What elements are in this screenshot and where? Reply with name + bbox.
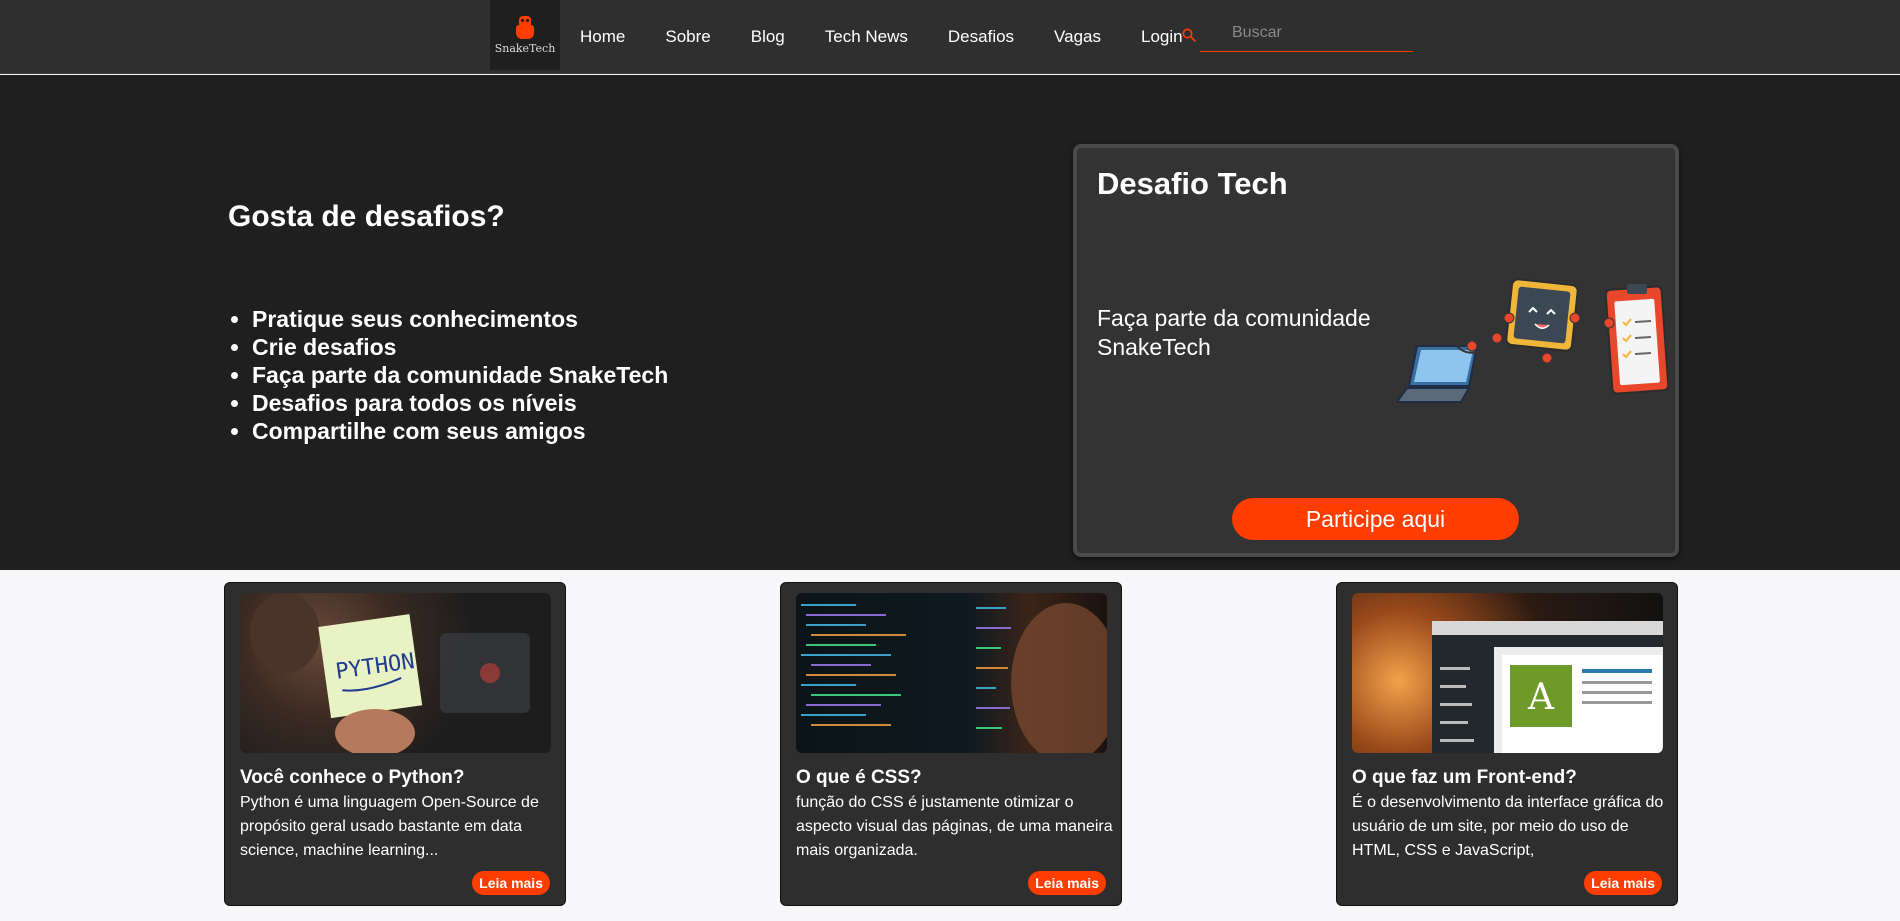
card-title: O que faz um Front-end? [1352, 767, 1577, 788]
challenge-text: Faça parte da comunidade SnakeTech [1097, 305, 1371, 360]
read-more-button[interactable]: Leia mais [1028, 871, 1106, 895]
hero-title: Gosta de desafios? [228, 200, 505, 233]
nav-link-home[interactable]: Home [580, 27, 625, 47]
hero-section: Gosta de desafios? Pratique seus conheci… [0, 75, 1900, 570]
card-text: função do CSS é justamente otimizar o as… [796, 794, 1113, 859]
logo[interactable]: SnakeTech [490, 0, 560, 70]
code-screen-card-image [796, 593, 1107, 753]
card-text: Python é uma linguagem Open-Source de pr… [240, 794, 539, 859]
nav-link-vagas[interactable]: Vagas [1054, 27, 1101, 47]
nav-link-login[interactable]: Login [1141, 27, 1183, 47]
nav-link-desafios[interactable]: Desafios [948, 27, 1014, 47]
logo-text: SnakeTech [494, 41, 556, 55]
challenge-card: Desafio Tech Faça parte da comunidade Sn… [1073, 144, 1679, 557]
article-card-frontend: A O que faz um Front-end? É o desenvolvi… [1336, 582, 1678, 906]
hero-bullet-list: Pratique seus conhecimentos Crie desafio… [252, 305, 668, 445]
hero-bullet: Pratique seus conhecimentos [252, 305, 668, 333]
card-title: O que é CSS? [796, 767, 922, 788]
participate-button[interactable]: Participe aqui [1232, 498, 1519, 540]
hero-bullet: Desafios para todos os níveis [252, 389, 668, 417]
devices-illustration [1397, 278, 1669, 403]
snake-logo-icon [514, 15, 536, 40]
search-field [1200, 14, 1413, 52]
python-card-image: PYTHON [240, 593, 551, 753]
card-text: É o desenvolvimento da interface gráfica… [1352, 794, 1664, 859]
hero-bullet: Faça parte da comunidade SnakeTech [252, 361, 668, 389]
nav-link-tech-news[interactable]: Tech News [825, 27, 908, 47]
article-card-css: O que é CSS? função do CSS é justamente … [780, 582, 1122, 906]
read-more-button[interactable]: Leia mais [1584, 871, 1662, 895]
nav-link-sobre[interactable]: Sobre [665, 27, 710, 47]
nav-links: Home Sobre Blog Tech News Desafios Vagas… [560, 0, 1183, 74]
search-input[interactable] [1200, 14, 1413, 51]
hero-bullet: Crie desafios [252, 333, 668, 361]
read-more-button[interactable]: Leia mais [472, 871, 550, 895]
hero-bullet: Compartilhe com seus amigos [252, 417, 668, 445]
svg-text:A: A [1527, 677, 1555, 718]
nav-link-blog[interactable]: Blog [751, 27, 785, 47]
challenge-title: Desafio Tech [1097, 166, 1288, 201]
search-icon[interactable] [1182, 28, 1196, 42]
article-card-python: PYTHON Você conhece o Python? Python é u… [224, 582, 566, 906]
wordpress-screen-card-image: A [1352, 593, 1663, 753]
navbar: SnakeTech Home Sobre Blog Tech News Desa… [0, 0, 1900, 74]
card-title: Você conhece o Python? [240, 767, 465, 788]
